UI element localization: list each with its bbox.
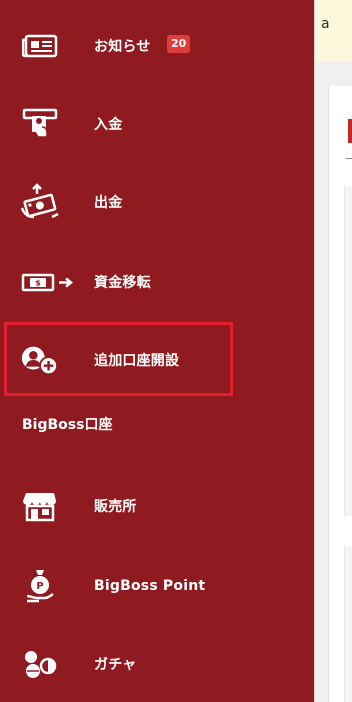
section-accent-bar bbox=[348, 119, 352, 143]
svg-text:$: $ bbox=[35, 279, 41, 288]
sidebar-item-label: 資金移転 bbox=[94, 275, 151, 291]
sidebar-item-label: お知らせ bbox=[94, 39, 151, 55]
shop-icon bbox=[20, 486, 60, 526]
money-transfer-icon: $ bbox=[20, 262, 76, 302]
newspaper-icon bbox=[20, 26, 60, 66]
sidebar-item-label: 出金 bbox=[94, 195, 123, 211]
cash-withdraw-icon bbox=[20, 182, 60, 222]
sidebar-item-shop[interactable]: 販売所 bbox=[0, 482, 314, 530]
notice-text: a bbox=[321, 16, 330, 32]
sidebar-item-label: ガチャ bbox=[94, 657, 137, 673]
content-panel bbox=[344, 546, 352, 702]
gacha-icon bbox=[20, 644, 60, 684]
sidebar-item-label: 入金 bbox=[94, 117, 123, 133]
svg-text:P: P bbox=[36, 581, 43, 592]
point-bag-icon: P bbox=[20, 566, 60, 606]
sidebar-item-gacha[interactable]: ガチャ bbox=[0, 640, 314, 688]
content-panel bbox=[344, 186, 352, 516]
section-title: BigBoss口座 bbox=[22, 417, 113, 433]
sidebar-item-bigboss-point[interactable]: P BigBoss Point bbox=[0, 562, 314, 610]
sidebar-item-label: 販売所 bbox=[94, 499, 137, 515]
notice-banner: a bbox=[315, 0, 352, 62]
highlight-box bbox=[4, 322, 233, 396]
atm-deposit-icon bbox=[20, 104, 60, 144]
notification-count-badge: 20 bbox=[167, 35, 191, 53]
decorative-mark bbox=[346, 158, 352, 159]
sidebar: お知らせ 20 入金 出金 $ 資金移転 追加口座開設 BigBoss口座 販売… bbox=[0, 0, 314, 702]
sidebar-item-deposit[interactable]: 入金 bbox=[0, 100, 314, 148]
sidebar-item-fund-transfer[interactable]: $ 資金移転 bbox=[0, 258, 314, 306]
sidebar-item-withdraw[interactable]: 出金 bbox=[0, 178, 314, 226]
sidebar-item-news[interactable]: お知らせ 20 bbox=[0, 22, 314, 70]
sidebar-item-label: BigBoss Point bbox=[94, 578, 206, 594]
